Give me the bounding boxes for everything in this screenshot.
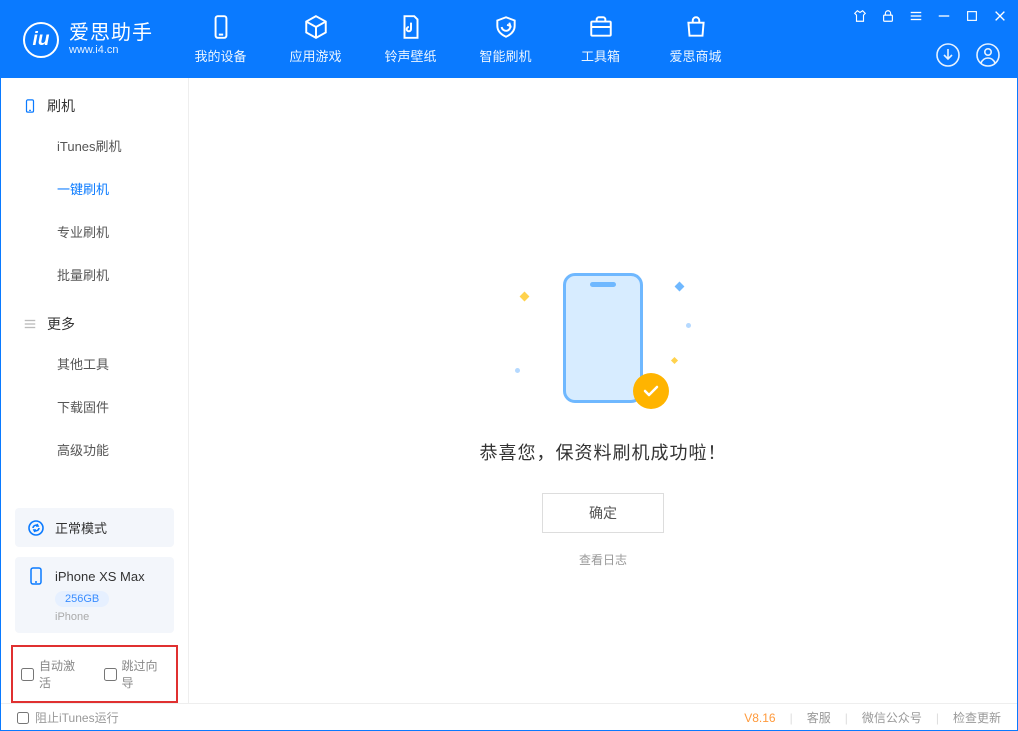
checkmark-badge-icon: [633, 373, 669, 409]
nav-toolbox[interactable]: 工具箱: [553, 1, 648, 78]
sidebar: 刷机 iTunes刷机 一键刷机 专业刷机 批量刷机 更多 其他工具 下载固件 …: [1, 78, 189, 703]
sidebar-group-more: 更多: [1, 296, 188, 342]
success-illustration: [543, 273, 663, 403]
menu-icon[interactable]: [909, 9, 923, 23]
phone-icon: [208, 14, 234, 40]
footer-link-check-update[interactable]: 检查更新: [953, 709, 1001, 726]
briefcase-icon: [588, 14, 614, 40]
sidebar-item-pro-flash[interactable]: 专业刷机: [1, 210, 188, 253]
user-circle-icon[interactable]: [975, 42, 1001, 68]
view-log-link[interactable]: 查看日志: [579, 551, 627, 568]
user-controls: [935, 42, 1001, 68]
footer-bar: 阻止iTunes运行 V8.16 | 客服 | 微信公众号 | 检查更新: [1, 703, 1017, 731]
version-label: V8.16: [744, 711, 775, 725]
refresh-shield-icon: [493, 14, 519, 40]
sidebar-item-download-firmware[interactable]: 下载固件: [1, 385, 188, 428]
checkbox-block-itunes[interactable]: 阻止iTunes运行: [17, 709, 119, 726]
window-controls: [853, 9, 1007, 23]
phone-outline-icon: [27, 567, 45, 585]
device-type: iPhone: [55, 611, 162, 623]
sidebar-group-flash: 刷机: [1, 78, 188, 124]
logo-icon: iu: [23, 22, 59, 58]
app-url: www.i4.cn: [69, 44, 153, 56]
checkbox-skip-guide[interactable]: 跳过向导: [104, 657, 169, 691]
lock-icon[interactable]: [881, 9, 895, 23]
sidebar-item-other-tools[interactable]: 其他工具: [1, 342, 188, 385]
nav-apps-games[interactable]: 应用游戏: [268, 1, 363, 78]
download-circle-icon[interactable]: [935, 42, 961, 68]
app-name: 爱思助手: [69, 22, 153, 44]
sync-icon: [27, 519, 45, 537]
maximize-icon[interactable]: [965, 9, 979, 23]
sidebar-item-onekey-flash[interactable]: 一键刷机: [1, 167, 188, 210]
app-logo[interactable]: iu 爱思助手 www.i4.cn: [1, 1, 173, 78]
music-file-icon: [398, 14, 424, 40]
sidebar-item-batch-flash[interactable]: 批量刷机: [1, 253, 188, 296]
main-content: 恭喜您，保资料刷机成功啦！ 确定 查看日志: [189, 78, 1017, 703]
connected-device-card[interactable]: iPhone XS Max 256GB iPhone: [15, 557, 174, 633]
close-icon[interactable]: [993, 9, 1007, 23]
footer-link-service[interactable]: 客服: [807, 709, 831, 726]
bag-icon: [683, 14, 709, 40]
nav-store[interactable]: 爱思商城: [648, 1, 743, 78]
nav-ringtone-wallpaper[interactable]: 铃声壁纸: [363, 1, 458, 78]
checkbox-auto-activate[interactable]: 自动激活: [21, 657, 86, 691]
top-navigation: 我的设备 应用游戏 铃声壁纸 智能刷机 工具箱 爱思商城: [173, 1, 743, 78]
confirm-button[interactable]: 确定: [542, 493, 664, 533]
device-small-icon: [23, 99, 37, 113]
titlebar: iu 爱思助手 www.i4.cn 我的设备 应用游戏 铃声壁纸 智能刷机 工具…: [1, 1, 1017, 78]
device-capacity-badge: 256GB: [55, 591, 109, 607]
nav-smart-flash[interactable]: 智能刷机: [458, 1, 553, 78]
nav-my-device[interactable]: 我的设备: [173, 1, 268, 78]
flash-options-row: 自动激活 跳过向导: [11, 645, 178, 703]
device-name: iPhone XS Max: [55, 569, 145, 584]
minimize-icon[interactable]: [937, 9, 951, 23]
list-icon: [23, 317, 37, 331]
sidebar-item-itunes-flash[interactable]: iTunes刷机: [1, 124, 188, 167]
cube-icon: [303, 14, 329, 40]
sidebar-item-advanced[interactable]: 高级功能: [1, 428, 188, 471]
device-mode-status[interactable]: 正常模式: [15, 508, 174, 547]
footer-link-wechat[interactable]: 微信公众号: [862, 709, 922, 726]
success-message: 恭喜您，保资料刷机成功啦！: [480, 439, 727, 465]
shirt-icon[interactable]: [853, 9, 867, 23]
